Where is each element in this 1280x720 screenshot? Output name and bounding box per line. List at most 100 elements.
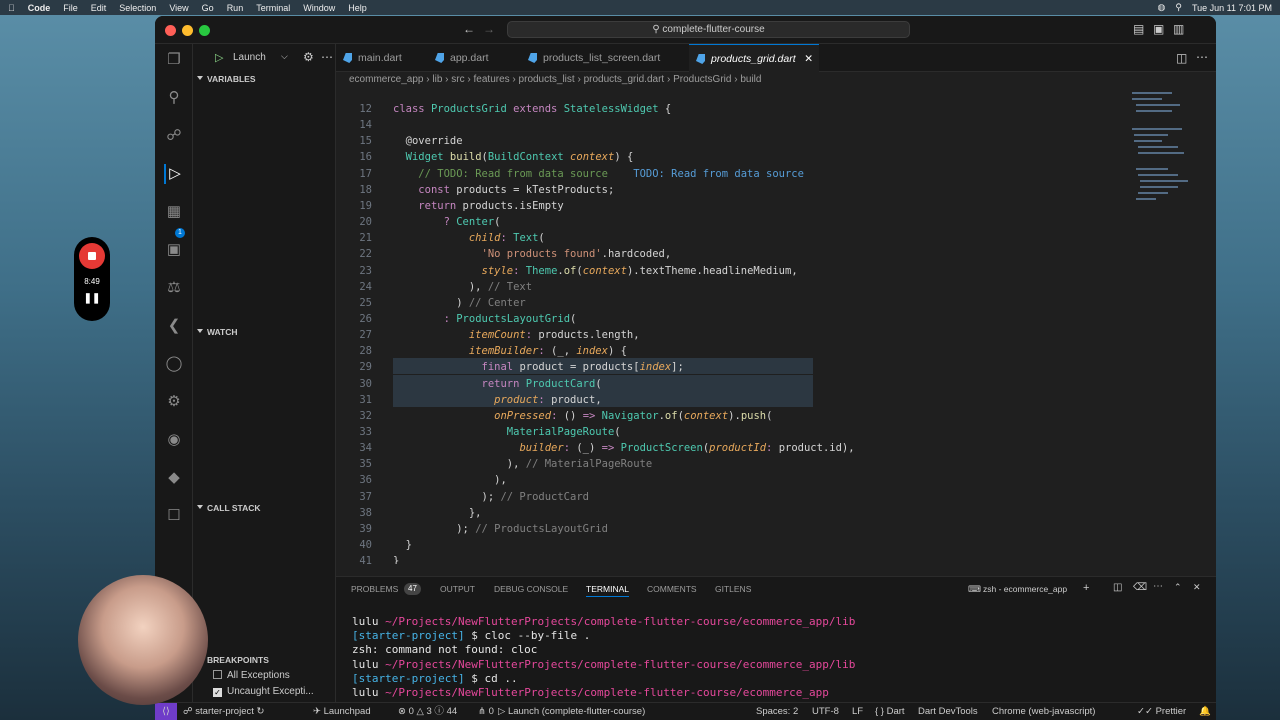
comments-icon[interactable]: ☐: [164, 506, 184, 526]
code-line[interactable]: style: Theme.of(context).textTheme.headl…: [393, 265, 798, 277]
maximize-panel-icon[interactable]: ⌃: [1174, 582, 1182, 593]
line-number[interactable]: 12: [336, 103, 372, 115]
line-number[interactable]: 39: [336, 523, 372, 535]
tab-terminal[interactable]: TERMINAL: [586, 581, 629, 597]
problems-status[interactable]: ⊗ 0 △ 3 ⓘ 44: [398, 703, 457, 720]
line-number[interactable]: 15: [336, 135, 372, 147]
line-number[interactable]: 31: [336, 394, 372, 406]
devtools-status[interactable]: Dart DevTools: [918, 703, 978, 720]
command-center-search[interactable]: ⚲ complete-flutter-course: [507, 21, 910, 38]
github-icon[interactable]: ◉: [164, 430, 184, 450]
wifi-icon[interactable]: ◍: [1158, 2, 1166, 13]
code-line[interactable]: }: [393, 539, 412, 551]
checkbox[interactable]: [213, 670, 222, 679]
line-number[interactable]: 16: [336, 151, 372, 163]
crumb[interactable]: build: [740, 74, 761, 85]
explorer-icon[interactable]: ❐: [164, 50, 184, 70]
line-number[interactable]: 23: [336, 265, 372, 277]
start-debug-icon[interactable]: ▷: [215, 51, 223, 64]
code-line[interactable]: ); // ProductCard: [393, 491, 589, 503]
code-line[interactable]: itemBuilder: (_, index) {: [393, 345, 627, 357]
crumb[interactable]: products_list: [519, 74, 575, 85]
crumb[interactable]: ProductsGrid: [673, 74, 731, 85]
crumb[interactable]: src: [451, 74, 464, 85]
menu-window[interactable]: Window: [303, 3, 335, 13]
line-number[interactable]: 27: [336, 329, 372, 341]
secondary-sidebar-icon[interactable]: ▥: [1173, 22, 1184, 36]
remote-indicator[interactable]: ⟨⟩: [155, 703, 177, 720]
code-line[interactable]: const products = kTestProducts;: [393, 184, 614, 196]
app-menu[interactable]: Code: [28, 3, 51, 13]
close-tab-icon[interactable]: ✕: [804, 45, 813, 73]
line-number[interactable]: 25: [336, 297, 372, 309]
trash-icon[interactable]: ⌫: [1133, 582, 1147, 593]
split-terminal-icon[interactable]: ◫: [1113, 582, 1122, 593]
panel-toggle-icon[interactable]: ▣: [1153, 22, 1164, 36]
code-line[interactable]: : ProductsLayoutGrid(: [393, 313, 577, 325]
tab-products-grid[interactable]: products_grid.dart ✕: [689, 44, 819, 72]
flutter-icon[interactable]: ❮: [164, 316, 184, 336]
crumb[interactable]: features: [474, 74, 510, 85]
menu-terminal[interactable]: Terminal: [256, 3, 290, 13]
prettier-status[interactable]: ✓✓ Prettier: [1137, 703, 1186, 720]
code-line[interactable]: ), // Text: [393, 281, 532, 293]
menu-file[interactable]: File: [63, 3, 78, 13]
layout-toggle-icon[interactable]: ▤: [1133, 22, 1144, 36]
encoding-status[interactable]: UTF-8: [812, 703, 839, 720]
code-line[interactable]: onPressed: () => Navigator.of(context).p…: [393, 410, 772, 422]
line-number[interactable]: 26: [336, 313, 372, 325]
line-number[interactable]: 18: [336, 184, 372, 196]
search-icon[interactable]: ⚲: [164, 88, 184, 108]
close-window-button[interactable]: [165, 25, 176, 36]
notifications-icon[interactable]: 🔔: [1199, 703, 1211, 720]
pause-icon[interactable]: ❚❚: [74, 293, 110, 304]
device-status[interactable]: Chrome (web-javascript): [992, 703, 1095, 720]
code-editor[interactable]: 12 class ProductsGrid extends StatelessWi…: [336, 88, 1216, 564]
clock[interactable]: Tue Jun 11 7:01 PM: [1192, 3, 1272, 13]
code-line[interactable]: 'No products found'.hardcoded,: [393, 248, 672, 260]
breakpoint-all-exceptions[interactable]: All Exceptions: [213, 670, 290, 681]
tab-problems[interactable]: PROBLEMS: [351, 581, 398, 597]
close-panel-icon[interactable]: ✕: [1193, 582, 1201, 593]
more-icon[interactable]: ⋯: [321, 50, 333, 64]
code-line[interactable]: product: product,: [393, 394, 602, 406]
ports-status[interactable]: ⋔ 0: [478, 703, 494, 720]
new-terminal-icon[interactable]: +: [1083, 582, 1089, 594]
menu-go[interactable]: Go: [202, 3, 214, 13]
breakpoint-uncaught[interactable]: ✓ Uncaught Excepti...: [213, 686, 314, 697]
gear-icon[interactable]: ⚙: [303, 50, 314, 64]
search-icon[interactable]: ⚲: [1175, 2, 1182, 13]
code-line[interactable]: return products.isEmpty: [393, 200, 563, 212]
extensions-icon[interactable]: ▦: [164, 202, 184, 222]
minimize-window-button[interactable]: [182, 25, 193, 36]
line-number[interactable]: 33: [336, 426, 372, 438]
code-line[interactable]: class ProductsGrid extends StatelessWidg…: [393, 103, 671, 115]
menu-view[interactable]: View: [169, 3, 188, 13]
line-number[interactable]: 38: [336, 507, 372, 519]
indent-status[interactable]: Spaces: 2: [756, 703, 798, 720]
code-line[interactable]: child: Text(: [393, 232, 545, 244]
variables-section[interactable]: VARIABLES: [193, 70, 336, 88]
code-line[interactable]: final product = products[index];: [393, 361, 684, 373]
crumb[interactable]: products_grid.dart: [584, 74, 665, 85]
launchpad-status[interactable]: ✈ Launchpad: [313, 703, 371, 720]
code-line[interactable]: ? Center(: [393, 216, 501, 228]
code-line[interactable]: builder: (_) => ProductScreen(productId:…: [393, 442, 854, 454]
menu-help[interactable]: Help: [348, 3, 367, 13]
menu-run[interactable]: Run: [227, 3, 244, 13]
docker-icon[interactable]: ⚙: [164, 392, 184, 412]
dart-icon[interactable]: ◆: [164, 468, 184, 488]
source-control-icon[interactable]: ☍: [164, 126, 184, 146]
code-line[interactable]: ) // Center: [393, 297, 526, 309]
tab-comments[interactable]: COMMENTS: [647, 581, 697, 597]
code-line[interactable]: return ProductCard(: [393, 378, 602, 390]
code-line[interactable]: // TODO: Read from data source TODO: Rea…: [393, 168, 804, 180]
line-number[interactable]: 14: [336, 119, 372, 131]
apple-icon[interactable]: : [8, 3, 15, 13]
line-number[interactable]: 20: [336, 216, 372, 228]
tab-debug-console[interactable]: DEBUG CONSOLE: [494, 581, 568, 597]
tab-main-dart[interactable]: main.dart: [336, 44, 426, 72]
line-number[interactable]: 22: [336, 248, 372, 260]
stop-record-button[interactable]: [79, 243, 105, 269]
forward-arrow-icon[interactable]: →: [483, 22, 495, 36]
